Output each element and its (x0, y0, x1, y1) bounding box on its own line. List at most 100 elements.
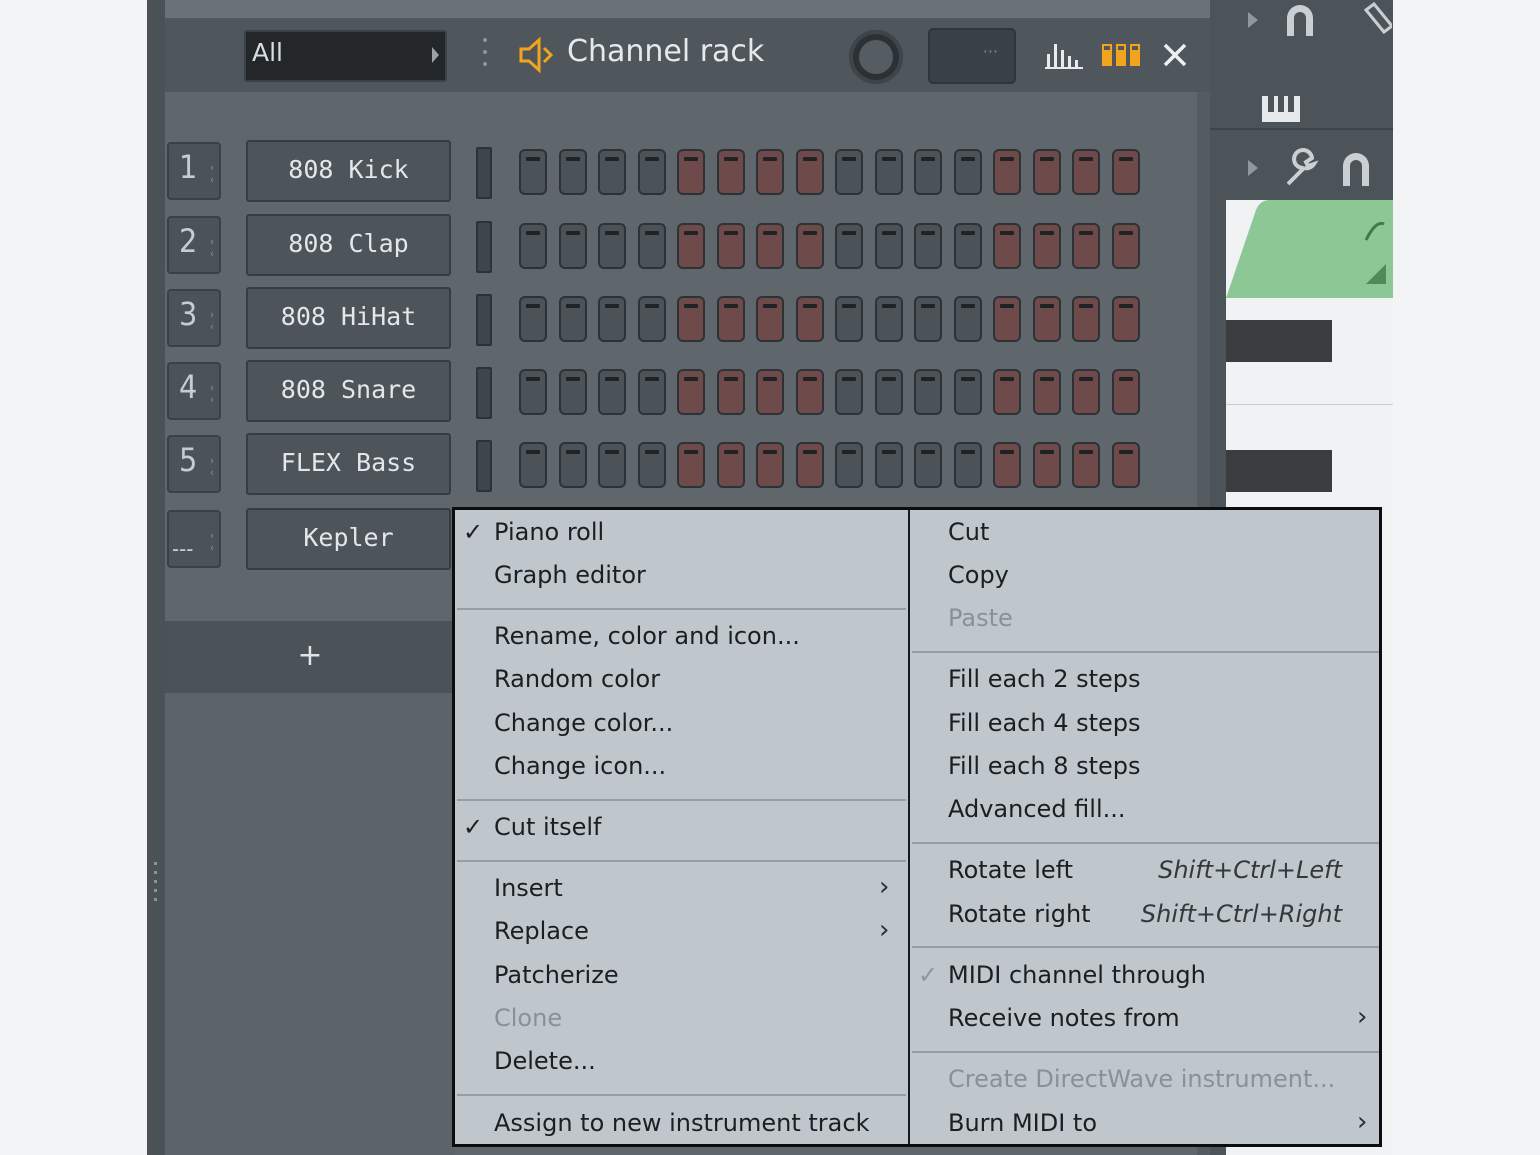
step-button[interactable] (1033, 442, 1061, 488)
step-button[interactable] (717, 296, 745, 342)
step-button[interactable] (914, 369, 942, 415)
step-button[interactable] (519, 369, 547, 415)
step-button[interactable] (1072, 296, 1100, 342)
channel-mixer-level[interactable] (476, 294, 492, 346)
step-sequencer-icon[interactable] (1100, 40, 1142, 70)
step-button[interactable] (519, 149, 547, 195)
step-button[interactable] (1033, 149, 1061, 195)
step-button[interactable] (993, 296, 1021, 342)
channel-number-spinner-icon[interactable]: › ‹ (210, 382, 214, 406)
channel-mixer-level[interactable] (476, 440, 492, 492)
step-button[interactable] (519, 296, 547, 342)
step-button[interactable] (559, 223, 587, 269)
step-button[interactable] (914, 442, 942, 488)
step-button[interactable] (875, 223, 903, 269)
speaker-icon[interactable] (517, 36, 557, 74)
step-button[interactable] (1112, 223, 1140, 269)
step-button[interactable] (559, 149, 587, 195)
step-button[interactable] (914, 296, 942, 342)
step-button[interactable] (796, 223, 824, 269)
step-button[interactable] (1072, 442, 1100, 488)
step-button[interactable] (835, 223, 863, 269)
step-button[interactable] (954, 442, 982, 488)
pencil-icon[interactable] (1362, 2, 1392, 38)
step-button[interactable] (638, 442, 666, 488)
step-button[interactable] (677, 442, 705, 488)
channel-number[interactable]: 1 › ‹ (167, 142, 221, 200)
step-button[interactable] (993, 369, 1021, 415)
step-button[interactable] (519, 442, 547, 488)
step-button[interactable] (835, 369, 863, 415)
step-button[interactable] (598, 296, 626, 342)
step-button[interactable] (1072, 223, 1100, 269)
channel-mixer-level[interactable] (476, 367, 492, 419)
step-button[interactable] (638, 369, 666, 415)
play-arrow-icon[interactable] (1246, 10, 1260, 30)
step-button[interactable] (677, 223, 705, 269)
step-button[interactable] (756, 223, 784, 269)
step-button[interactable] (717, 149, 745, 195)
channel-number-spinner-icon[interactable]: › ‹ (210, 455, 214, 479)
add-channel-button[interactable]: + (165, 621, 455, 693)
channel-number[interactable]: --- › ‹ (167, 510, 221, 568)
step-button[interactable] (875, 296, 903, 342)
step-button[interactable] (1112, 369, 1140, 415)
step-button[interactable] (1033, 296, 1061, 342)
step-button[interactable] (1033, 369, 1061, 415)
step-button[interactable] (835, 149, 863, 195)
channel-name-button[interactable]: FLEX Bass (246, 433, 451, 495)
step-button[interactable] (677, 369, 705, 415)
swing-field[interactable]: ··· (928, 28, 1016, 84)
channel-number-spinner-icon[interactable]: › ‹ (210, 309, 214, 333)
channel-name-button[interactable]: 808 Clap (246, 214, 451, 276)
step-button[interactable] (717, 442, 745, 488)
step-button[interactable] (756, 296, 784, 342)
channel-number[interactable]: 3 › ‹ (167, 289, 221, 347)
step-button[interactable] (677, 296, 705, 342)
step-button[interactable] (519, 223, 547, 269)
graph-editor-icon[interactable] (1045, 40, 1085, 70)
step-button[interactable] (638, 296, 666, 342)
step-button[interactable] (796, 296, 824, 342)
step-button[interactable] (717, 369, 745, 415)
step-button[interactable] (914, 223, 942, 269)
options-menu-icon[interactable] (482, 38, 488, 76)
step-button[interactable] (1112, 296, 1140, 342)
wrench-icon[interactable] (1282, 148, 1322, 188)
step-button[interactable] (1072, 149, 1100, 195)
step-button[interactable] (875, 442, 903, 488)
step-button[interactable] (598, 149, 626, 195)
channel-number-spinner-icon[interactable]: › ‹ (210, 162, 214, 186)
step-button[interactable] (598, 369, 626, 415)
step-button[interactable] (835, 442, 863, 488)
step-button[interactable] (756, 369, 784, 415)
step-button[interactable] (993, 223, 1021, 269)
step-button[interactable] (598, 442, 626, 488)
step-button[interactable] (875, 149, 903, 195)
step-button[interactable] (638, 149, 666, 195)
magnet-icon[interactable] (1282, 2, 1318, 38)
step-button[interactable] (993, 442, 1021, 488)
channel-number-spinner-icon[interactable]: › ‹ (210, 236, 214, 260)
step-button[interactable] (954, 149, 982, 195)
step-button[interactable] (1072, 369, 1100, 415)
channel-number[interactable]: 2 › ‹ (167, 216, 221, 274)
step-button[interactable] (954, 296, 982, 342)
step-button[interactable] (638, 223, 666, 269)
piano-icon[interactable] (1262, 92, 1302, 124)
step-button[interactable] (559, 296, 587, 342)
channel-name-button[interactable]: Kepler (246, 508, 451, 570)
magnet-icon[interactable] (1338, 148, 1374, 188)
step-button[interactable] (677, 149, 705, 195)
step-button[interactable] (1112, 442, 1140, 488)
step-button[interactable] (717, 223, 745, 269)
step-button[interactable] (796, 369, 824, 415)
channel-number[interactable]: 5 › ‹ (167, 435, 221, 493)
channel-name-button[interactable]: 808 HiHat (246, 287, 451, 349)
channel-mixer-level[interactable] (476, 221, 492, 273)
step-button[interactable] (1112, 149, 1140, 195)
step-button[interactable] (598, 223, 626, 269)
channel-number[interactable]: 4 › ‹ (167, 362, 221, 420)
channel-name-button[interactable]: 808 Kick (246, 140, 451, 202)
step-button[interactable] (875, 369, 903, 415)
